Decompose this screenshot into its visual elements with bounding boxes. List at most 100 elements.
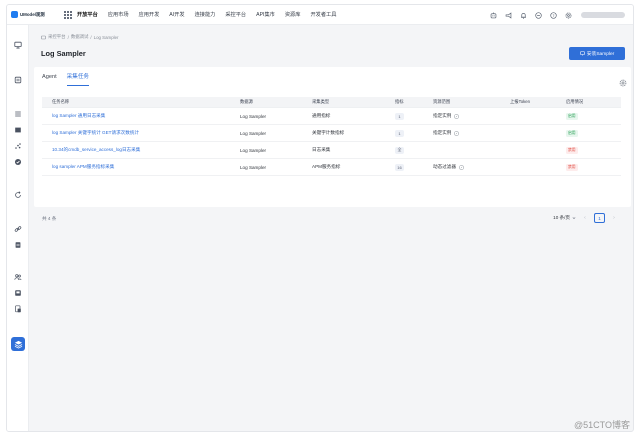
prev-page-icon[interactable]: ‹: [582, 215, 588, 221]
table-row[interactable]: log sampler APM服务指标采集 Log Sampler APM服务指…: [42, 159, 621, 176]
metric-count-badge[interactable]: 1: [395, 129, 404, 137]
task-source: Log Sampler: [240, 147, 267, 153]
table-row[interactable]: log Sampler 关键字统计 GET请求次数统计 Log Sampler …: [42, 125, 621, 142]
install-sampler-button[interactable]: 安装Sampler: [569, 47, 625, 60]
database-icon[interactable]: [14, 241, 22, 249]
app-grid-icon[interactable]: [64, 10, 72, 19]
task-source: Log Sampler: [240, 164, 267, 170]
watermark: @51CTO博客: [574, 420, 630, 430]
task-name-link[interactable]: log Sampler 关键字统计 GET请求次数统计: [42, 130, 240, 136]
breadcrumb-item-data-debug[interactable]: 数据调试: [71, 34, 89, 40]
svg-text:?: ?: [552, 12, 554, 17]
nav-item-app-market[interactable]: 应用市场: [108, 5, 129, 25]
nav-item-ai-dev[interactable]: AI开发: [169, 5, 184, 25]
task-scope: 指定实例: [433, 130, 452, 135]
nav-item-collect-platform[interactable]: 采控平台: [225, 5, 246, 25]
task-type: 关键字计数指标: [312, 130, 345, 135]
col-header-type: 采集类型: [312, 99, 330, 104]
help-icon[interactable]: ?: [550, 11, 557, 19]
breadcrumb-home-icon: [41, 35, 46, 39]
table-row[interactable]: log Sampler 通用日志采集 Log Sampler 通用指标 1 指定…: [42, 108, 621, 125]
task-status-cell: 禁用: [566, 163, 621, 171]
page-size-value: 10 条/页: [553, 215, 570, 220]
message-icon[interactable]: [535, 11, 542, 19]
bot-icon[interactable]: [490, 12, 497, 19]
refresh-icon[interactable]: [14, 191, 22, 199]
nav-item-dev-tools[interactable]: 开发者工具: [310, 5, 336, 25]
metric-count-badge[interactable]: 1: [395, 112, 404, 120]
nav-item-api-market[interactable]: API集市: [256, 5, 275, 25]
total-count: 共 4 条: [42, 216, 57, 221]
edit-icon[interactable]: [454, 131, 459, 136]
nav-item-app-dev[interactable]: 应用开发: [139, 5, 160, 25]
metric-count-badge[interactable]: 16: [395, 163, 404, 171]
task-scope-cell: 指定实例: [433, 130, 510, 136]
tab-agent[interactable]: Agent: [42, 67, 57, 88]
layers-icon[interactable]: [11, 337, 25, 351]
edit-icon[interactable]: [454, 114, 459, 119]
task-name-link[interactable]: 10.34的cmdb_service_access_log日志采集: [42, 147, 240, 153]
link-icon[interactable]: [14, 225, 22, 233]
task-scope: 动态过滤器: [433, 164, 456, 169]
status-badge[interactable]: 禁用: [566, 163, 578, 171]
task-type: 通用指标: [312, 113, 331, 118]
col-header-status: 启用情况: [566, 99, 584, 104]
page-size-select[interactable]: 10 条/页: [553, 215, 576, 221]
table-header: 任务名称 数据源 采集类型 指标 资源范围 上报Token 启用情况: [42, 97, 621, 108]
task-scope-cell: 动态过滤器: [433, 164, 510, 170]
next-page-icon[interactable]: ›: [611, 215, 617, 221]
breadcrumb: 采控平台 / 数据调试 / Log Sampler: [41, 34, 119, 40]
task-type: 日志采集: [312, 147, 331, 152]
table-row[interactable]: 10.34的cmdb_service_access_log日志采集 Log Sa…: [42, 142, 621, 159]
nav-item-resources[interactable]: 资源库: [285, 5, 301, 25]
inbox-icon[interactable]: [14, 289, 22, 297]
tasks-table: 任务名称 数据源 采集类型 指标 资源范围 上报Token 启用情况 log S…: [42, 97, 621, 176]
status-badge[interactable]: 启用: [566, 112, 578, 120]
col-header-source: 数据源: [240, 99, 253, 104]
top-nav-bar: UModel观测 开放平台 应用市场 应用开发 AI开发 连接能力 采控平台 A…: [7, 5, 633, 25]
col-header-metric: 指标: [395, 99, 404, 104]
status-badge[interactable]: 禁用: [566, 146, 578, 154]
status-badge[interactable]: 启用: [566, 129, 578, 137]
task-metric-cell: 全: [395, 146, 433, 154]
chevron-down-icon: [572, 217, 576, 219]
document-icon[interactable]: [14, 126, 22, 134]
nav-item-connect[interactable]: 连接能力: [195, 5, 216, 25]
task-scope: 指定实例: [433, 113, 452, 118]
table-settings-icon[interactable]: [619, 74, 627, 87]
breadcrumb-item-collect-platform[interactable]: 采控平台: [48, 34, 66, 40]
task-source: Log Sampler: [240, 113, 267, 119]
task-name-link[interactable]: log sampler APM服务指标采集: [42, 164, 240, 170]
install-icon: [579, 51, 585, 56]
task-scope-cell: 指定实例: [433, 113, 510, 119]
scatter-icon[interactable]: [14, 142, 22, 150]
tab-bar: Agent 采集任务: [42, 67, 99, 88]
megaphone-icon[interactable]: [505, 11, 512, 19]
users-icon[interactable]: [14, 273, 22, 281]
bell-icon[interactable]: [520, 12, 527, 19]
task-source: Log Sampler: [240, 130, 267, 136]
file-icon[interactable]: [14, 305, 22, 313]
edit-icon[interactable]: [459, 165, 464, 170]
chart-icon[interactable]: [14, 76, 22, 84]
shield-icon[interactable]: [14, 158, 22, 166]
nav-item-open-platform[interactable]: 开放平台: [77, 5, 98, 25]
user-account-menu[interactable]: [581, 12, 625, 18]
settings-icon[interactable]: [565, 12, 572, 19]
task-metric-cell: 16: [395, 163, 433, 171]
breadcrumb-separator: /: [67, 34, 69, 40]
breadcrumb-item-current: Log Sampler: [93, 34, 119, 40]
tab-collect-tasks[interactable]: 采集任务: [66, 67, 90, 88]
task-metric-cell: 1: [395, 112, 433, 120]
logo-text: UModel观测: [20, 11, 45, 17]
app-window: UModel观测 开放平台 应用市场 应用开发 AI开发 连接能力 采控平台 A…: [6, 4, 634, 432]
monitor-icon[interactable]: [14, 41, 22, 49]
task-name-link[interactable]: log Sampler 通用日志采集: [42, 113, 240, 119]
page-number-current[interactable]: 1: [594, 213, 605, 223]
col-header-token: 上报Token: [510, 99, 531, 104]
left-sidebar: [7, 25, 29, 431]
logo[interactable]: UModel观测: [7, 11, 57, 18]
metric-count-badge[interactable]: 全: [395, 146, 404, 154]
list-icon[interactable]: [14, 110, 22, 118]
top-right-actions: ?: [482, 5, 625, 25]
